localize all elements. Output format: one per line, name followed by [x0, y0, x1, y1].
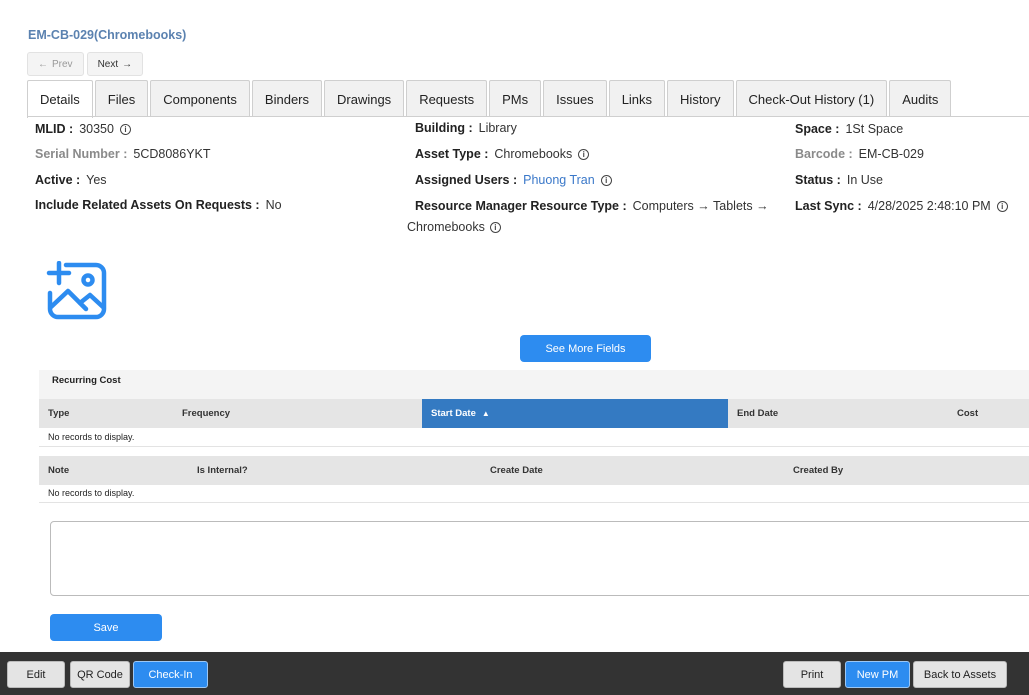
mlid-value: 30350 [79, 122, 114, 136]
tab-audits[interactable]: Audits [889, 80, 952, 117]
prev-button[interactable]: ← Prev [27, 52, 84, 76]
field-serial-number: Serial Number : 5CD8086YKT [35, 147, 211, 161]
tab-binders[interactable]: Binders [251, 80, 322, 117]
field-barcode: Barcode : EM-CB-029 [795, 147, 924, 161]
next-label: Next [97, 58, 119, 70]
field-last-sync: Last Sync : 4/28/2025 2:48:10 PM i [795, 199, 1008, 213]
space-label: Space : [795, 122, 840, 136]
col-created-by[interactable]: Created By [784, 456, 843, 485]
asset-title: EM-CB-029(Chromebooks) [28, 28, 187, 42]
qr-code-button[interactable]: QR Code [70, 661, 130, 688]
next-button[interactable]: Next → [86, 52, 144, 76]
print-button[interactable]: Print [783, 661, 841, 688]
arrow-left-icon: ← [38, 58, 48, 70]
tab-drawings[interactable]: Drawings [324, 80, 405, 117]
status-label: Status : [795, 173, 841, 187]
include-related-value: No [265, 198, 282, 212]
col-start-date[interactable]: Start Date ▲ [422, 399, 728, 428]
recurring-cost-header: Type Frequency Start Date ▲ End Date Cos… [39, 399, 1029, 428]
space-value: 1St Space [845, 122, 904, 136]
tab-links[interactable]: Links [608, 80, 666, 117]
see-more-fields-button[interactable]: See More Fields [520, 335, 651, 362]
save-button[interactable]: Save [50, 614, 162, 641]
check-in-button[interactable]: Check-In [133, 661, 208, 688]
active-label: Active : [35, 173, 81, 187]
new-pm-button[interactable]: New PM [845, 661, 910, 688]
tab-components[interactable]: Components [150, 80, 250, 117]
info-icon[interactable]: i [600, 174, 612, 186]
tab-checkout-history[interactable]: Check-Out History (1) [735, 80, 888, 117]
assigned-user-link[interactable]: Phuong Tran [523, 173, 595, 187]
note-textarea[interactable] [50, 521, 1029, 596]
notes-empty: No records to display. [39, 484, 1029, 503]
barcode-value: EM-CB-029 [858, 147, 924, 161]
tab-history[interactable]: History [667, 80, 734, 117]
rm-type-label: Resource Manager Resource Type : [415, 199, 627, 213]
field-space: Space : 1St Space [795, 122, 903, 136]
col-cost[interactable]: Cost [948, 399, 978, 428]
serial-label: Serial Number : [35, 147, 128, 161]
add-image-icon[interactable] [46, 261, 108, 321]
edit-button[interactable]: Edit [7, 661, 65, 688]
rm-type-value: Computers → Tablets → [632, 199, 769, 213]
serial-value: 5CD8086YKT [133, 147, 211, 161]
start-date-label: Start Date [431, 408, 476, 419]
include-related-label: Include Related Assets On Requests : [35, 198, 260, 212]
tab-requests[interactable]: Requests [406, 80, 488, 117]
field-active: Active : Yes [35, 173, 107, 187]
notes-header: Note Is Internal? Create Date Created By [39, 456, 1029, 485]
recurring-cost-empty: No records to display. [39, 428, 1029, 447]
tabs-divider [27, 116, 1029, 117]
field-building: Building : Library [415, 121, 517, 135]
col-note[interactable]: Note [39, 456, 69, 485]
asset-type-label: Asset Type : [415, 147, 489, 161]
field-resource-type: Resource Manager Resource Type : Compute… [415, 199, 769, 213]
prev-label: Prev [52, 58, 73, 70]
rm-type-value-cont: Chromebooks [407, 220, 485, 234]
asset-type-value: Chromebooks [494, 147, 573, 161]
col-type[interactable]: Type [39, 399, 69, 428]
mlid-label: MLID : [35, 122, 74, 136]
barcode-label: Barcode : [795, 147, 853, 161]
last-sync-label: Last Sync : [795, 199, 862, 213]
building-label: Building : [415, 121, 473, 135]
pager: ← Prev Next → [27, 52, 144, 76]
assigned-users-label: Assigned Users : [415, 173, 518, 187]
sort-asc-icon: ▲ [481, 409, 490, 418]
status-value: In Use [846, 173, 883, 187]
field-mlid: MLID : 30350 i [35, 122, 131, 136]
active-value: Yes [86, 173, 107, 187]
arrow-right-icon: → [122, 58, 133, 70]
asset-details-page: EM-CB-029(Chromebooks) ← Prev Next → Det… [0, 0, 1029, 695]
info-icon[interactable]: i [119, 123, 131, 135]
tab-pms[interactable]: PMs [489, 80, 542, 117]
recurring-cost-title: Recurring Cost [39, 370, 1029, 399]
col-frequency[interactable]: Frequency [173, 399, 230, 428]
tab-issues[interactable]: Issues [543, 80, 607, 117]
last-sync-value: 4/28/2025 2:48:10 PM [867, 199, 991, 213]
field-include-related: Include Related Assets On Requests : No [35, 198, 282, 212]
col-is-internal[interactable]: Is Internal? [188, 456, 248, 485]
info-icon[interactable]: i [489, 221, 501, 233]
tab-files[interactable]: Files [94, 80, 149, 117]
back-to-assets-button[interactable]: Back to Assets [913, 661, 1007, 688]
info-icon[interactable]: i [996, 200, 1008, 212]
rm-type-continued: Chromebooks i [407, 220, 501, 234]
tab-bar: Details Files Components Binders Drawing… [27, 80, 952, 118]
info-icon[interactable]: i [578, 148, 590, 160]
col-end-date[interactable]: End Date [728, 399, 778, 428]
field-assigned-users: Assigned Users : Phuong Tran i [415, 173, 612, 187]
field-asset-type: Asset Type : Chromebooks i [415, 147, 590, 161]
building-value: Library [478, 121, 517, 135]
tab-details[interactable]: Details [27, 80, 93, 118]
field-status: Status : In Use [795, 173, 883, 187]
col-create-date[interactable]: Create Date [481, 456, 543, 485]
